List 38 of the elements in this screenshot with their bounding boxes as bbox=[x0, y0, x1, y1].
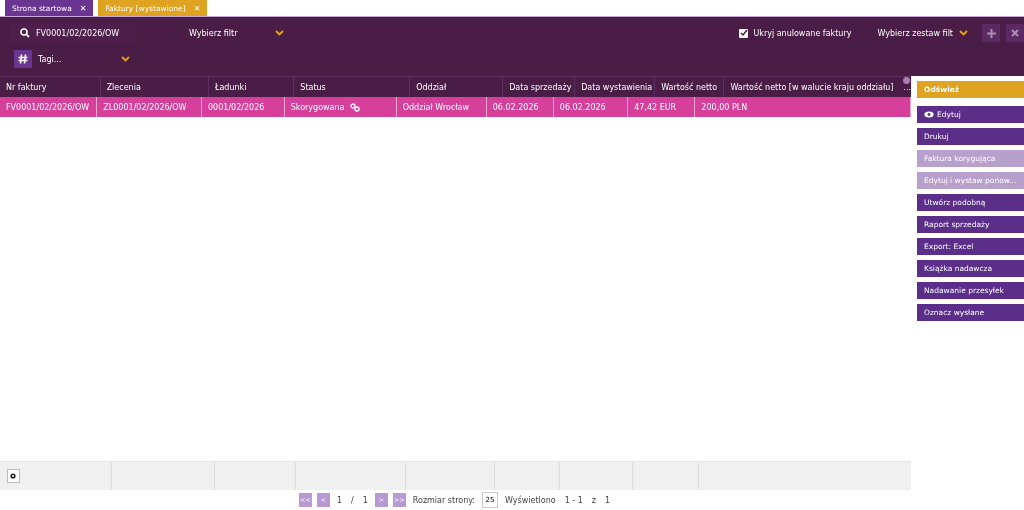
eye-icon bbox=[924, 111, 934, 118]
page-size-label: Rozmiar strony: bbox=[411, 495, 477, 505]
table-cell: ZL0001/02/2026/OW bbox=[97, 97, 203, 117]
close-icon bbox=[1011, 29, 1019, 37]
page-total: 1 bbox=[361, 495, 369, 505]
settings-button[interactable] bbox=[7, 469, 20, 483]
table-cell: FV0001/02/2026/OW bbox=[0, 97, 98, 117]
filter-set-select[interactable]: Wybierz zestaw filt bbox=[877, 28, 968, 38]
link-icon[interactable] bbox=[350, 102, 361, 112]
table-cell: 06.02.2026 bbox=[553, 97, 629, 117]
table-cell: 47,42 EUR bbox=[628, 97, 696, 117]
tags-select[interactable]: Tagi... bbox=[34, 54, 134, 64]
plus-icon bbox=[986, 28, 996, 38]
add-button[interactable] bbox=[982, 24, 1000, 42]
table-cell: 06.02.2026 bbox=[486, 97, 554, 117]
total-count: 1 bbox=[604, 495, 612, 505]
table-cell: 200,00 PLN bbox=[695, 97, 911, 117]
table-cell: Oddział Wrocław bbox=[396, 97, 487, 117]
clear-button[interactable] bbox=[1006, 24, 1024, 42]
column-header[interactable]: Wartość netto [w walucie kraju oddziału] bbox=[724, 77, 900, 97]
chevron-down-icon bbox=[959, 30, 968, 36]
filter-select[interactable]: Wybierz filtr bbox=[139, 23, 290, 43]
checkbox-label[interactable]: Ukryj anulowane faktury bbox=[753, 28, 852, 38]
chevron-down-icon bbox=[275, 30, 284, 36]
shown-range: 1 - 1 bbox=[563, 495, 584, 505]
of-label: z bbox=[590, 495, 597, 505]
close-icon[interactable]: ✕ bbox=[79, 3, 87, 13]
checkbox[interactable] bbox=[739, 28, 749, 38]
table-cell: Skorygowana bbox=[284, 97, 397, 117]
page-separator: / bbox=[350, 495, 355, 505]
page-number: 1 bbox=[335, 495, 343, 505]
table-cell: 0001/02/2026 bbox=[202, 97, 285, 117]
hashtag-icon bbox=[14, 50, 32, 68]
chevron-down-icon bbox=[121, 56, 130, 62]
search-icon bbox=[20, 28, 30, 38]
checkmark-icon bbox=[739, 29, 748, 37]
gear-icon bbox=[9, 472, 18, 480]
shown-label: Wyświetlono bbox=[504, 495, 557, 505]
